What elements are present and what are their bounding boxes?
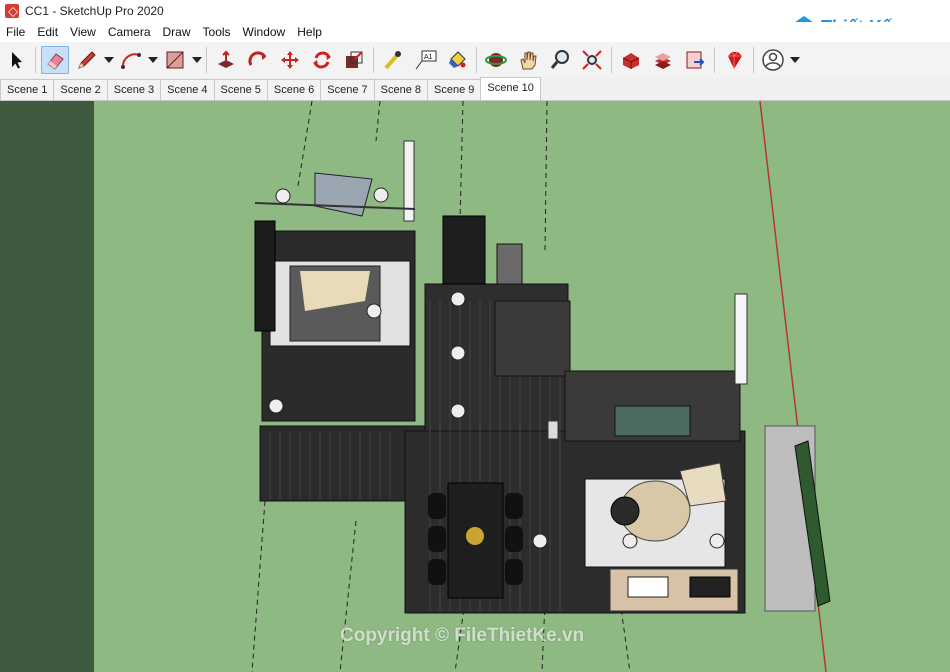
model-viewport[interactable] bbox=[0, 101, 950, 672]
tape-icon bbox=[384, 51, 401, 70]
tab-scene-1[interactable]: Scene 1 bbox=[0, 79, 55, 100]
menu-edit[interactable]: Edit bbox=[31, 25, 64, 39]
window-title: CC1 - SketchUp Pro 2020 bbox=[25, 4, 164, 18]
zoom-extents-tool-button[interactable] bbox=[578, 46, 606, 74]
push-pull-icon bbox=[218, 50, 234, 68]
paint-bucket-tool-button[interactable] bbox=[443, 46, 471, 74]
ruby-icon bbox=[728, 51, 742, 69]
move-tool-button[interactable] bbox=[276, 46, 304, 74]
menu-bar: File Edit View Camera Draw Tools Window … bbox=[0, 22, 950, 42]
copyright-watermark: Copyright © FileThietKe.vn bbox=[340, 625, 585, 646]
wardrobe bbox=[254, 220, 276, 332]
toolbar-separator bbox=[476, 47, 477, 73]
floor-plan-model bbox=[0, 101, 950, 672]
tab-scene-8[interactable]: Scene 8 bbox=[373, 79, 428, 100]
scale-icon bbox=[346, 51, 363, 68]
toolbar-separator bbox=[35, 47, 36, 73]
follow-me-icon bbox=[248, 51, 267, 66]
eraser-tool-button[interactable] bbox=[41, 46, 69, 74]
text-tool-label: A1 bbox=[424, 54, 433, 61]
arrow-icon bbox=[12, 52, 22, 69]
orbit-icon bbox=[485, 53, 507, 67]
hand-icon bbox=[520, 51, 537, 70]
extension-icon bbox=[655, 53, 671, 69]
arc-dropdown[interactable] bbox=[147, 46, 159, 74]
table-flowers bbox=[466, 527, 484, 545]
toolbar-separator bbox=[714, 47, 715, 73]
rotate-tool-button[interactable] bbox=[308, 46, 336, 74]
toolbar-separator bbox=[373, 47, 374, 73]
window-panel-right bbox=[734, 293, 748, 385]
zoom-icon bbox=[550, 50, 569, 69]
scale-tool-button[interactable] bbox=[340, 46, 368, 74]
menu-view[interactable]: View bbox=[64, 25, 102, 39]
move-icon bbox=[281, 51, 299, 69]
pan-tool-button[interactable] bbox=[514, 46, 542, 74]
menu-file[interactable]: File bbox=[0, 25, 31, 39]
arc-tool-button[interactable] bbox=[117, 46, 145, 74]
user-icon bbox=[762, 49, 784, 71]
orbit-tool-button[interactable] bbox=[482, 46, 510, 74]
pencil-tool-button[interactable] bbox=[73, 46, 101, 74]
eraser-icon bbox=[47, 53, 64, 70]
ground-shadow-band bbox=[0, 101, 94, 672]
door bbox=[442, 215, 486, 285]
tab-scene-4[interactable]: Scene 4 bbox=[160, 79, 215, 100]
zoom-tool-button[interactable] bbox=[546, 46, 574, 74]
menu-tools[interactable]: Tools bbox=[197, 25, 237, 39]
warehouse-tool-button[interactable] bbox=[617, 46, 645, 74]
scene-tabs: Scene 1 Scene 2 Scene 3 Scene 4 Scene 5 … bbox=[0, 77, 950, 101]
select-tool-button[interactable] bbox=[2, 46, 30, 74]
tab-scene-9[interactable]: Scene 9 bbox=[427, 79, 482, 100]
warehouse-icon bbox=[622, 53, 640, 69]
tab-scene-5[interactable]: Scene 5 bbox=[213, 79, 268, 100]
menu-help[interactable]: Help bbox=[291, 25, 328, 39]
push-pull-tool-button[interactable] bbox=[212, 46, 240, 74]
main-toolbar: A1 bbox=[0, 42, 950, 79]
arc-icon bbox=[121, 53, 141, 69]
rectangle-tool-button[interactable] bbox=[161, 46, 189, 74]
account-dropdown[interactable] bbox=[789, 46, 801, 74]
sketchup-app-icon bbox=[5, 4, 19, 18]
menu-draw[interactable]: Draw bbox=[157, 25, 197, 39]
layout-icon bbox=[686, 51, 705, 69]
tab-scene-3[interactable]: Scene 3 bbox=[106, 79, 162, 100]
ruby-tool-button[interactable] bbox=[720, 46, 748, 74]
account-tool-button[interactable] bbox=[759, 46, 787, 74]
text-tool-button[interactable]: A1 bbox=[411, 46, 439, 74]
zoom-extents-icon bbox=[582, 50, 602, 70]
tab-scene-10[interactable]: Scene 10 bbox=[480, 77, 541, 100]
pencil-dropdown[interactable] bbox=[103, 46, 115, 74]
tab-scene-2[interactable]: Scene 2 bbox=[53, 79, 108, 100]
pencil-icon bbox=[78, 51, 96, 69]
menu-camera[interactable]: Camera bbox=[102, 25, 157, 39]
toolbar-separator bbox=[753, 47, 754, 73]
kitchen-screen bbox=[494, 300, 571, 377]
tab-scene-7[interactable]: Scene 7 bbox=[320, 79, 375, 100]
tape-measure-tool-button[interactable] bbox=[379, 46, 407, 74]
extension-warehouse-tool-button[interactable] bbox=[649, 46, 677, 74]
refrigerator bbox=[496, 243, 523, 285]
text-icon: A1 bbox=[415, 50, 437, 70]
toolbar-separator bbox=[206, 47, 207, 73]
rectangle-icon bbox=[166, 51, 184, 69]
follow-me-tool-button[interactable] bbox=[244, 46, 272, 74]
rotate-icon bbox=[313, 51, 331, 69]
floor-lamp bbox=[547, 420, 559, 440]
layout-tool-button[interactable] bbox=[681, 46, 709, 74]
paint-icon bbox=[449, 51, 466, 68]
toolbar-separator bbox=[611, 47, 612, 73]
rectangle-dropdown[interactable] bbox=[191, 46, 203, 74]
tv-unit bbox=[614, 405, 691, 437]
menu-window[interactable]: Window bbox=[237, 25, 292, 39]
tab-scene-6[interactable]: Scene 6 bbox=[266, 79, 322, 100]
